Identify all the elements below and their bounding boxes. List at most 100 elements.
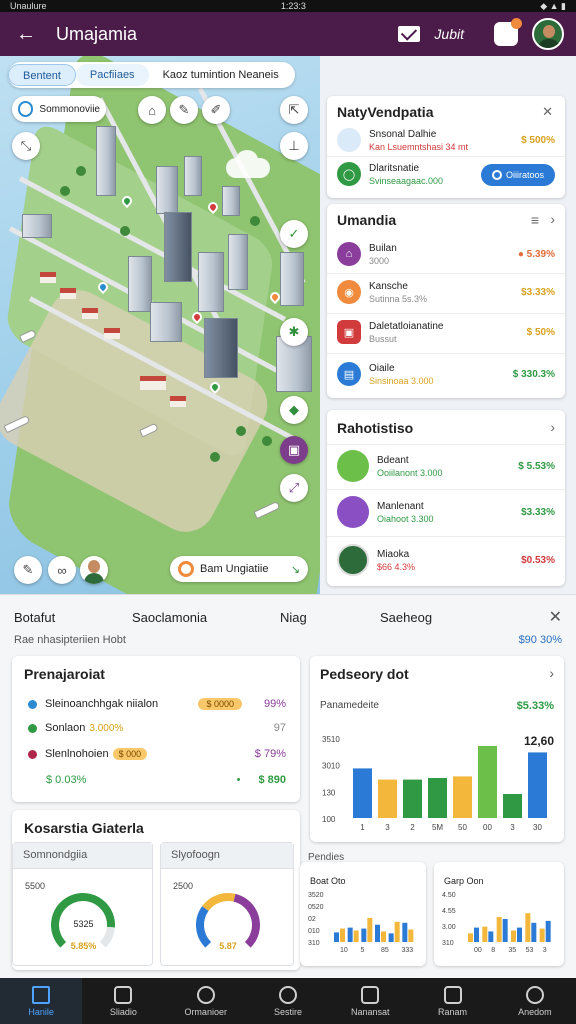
bar bbox=[488, 931, 494, 942]
draw-icon[interactable]: ✎ bbox=[14, 556, 42, 584]
chevron-right-icon[interactable]: › bbox=[550, 419, 555, 435]
map-tab-bentent[interactable]: Bentent bbox=[8, 64, 76, 86]
nav-item-home[interactable]: Hanile bbox=[0, 978, 83, 1024]
donut-card-left[interactable]: Somnondgiia 5500 5325 5.85% bbox=[12, 842, 153, 966]
mail-icon[interactable] bbox=[398, 26, 421, 42]
walk-icon[interactable]: ✱ bbox=[280, 318, 308, 346]
app-bar-action[interactable]: Jubit bbox=[434, 26, 464, 42]
list-item[interactable]: Bdeant Ooiilanont 3.000 $ 5.53% bbox=[337, 450, 555, 482]
app-title: Umajamia bbox=[56, 23, 138, 44]
pen-icon[interactable]: ✎ bbox=[170, 96, 198, 124]
status-time: 1:23:3 bbox=[280, 1, 306, 11]
y-tick-label: 0520 bbox=[308, 904, 324, 911]
item-avatar bbox=[337, 544, 369, 576]
sheet-tab-saeheog[interactable]: Saeheog bbox=[380, 610, 549, 625]
map-user-avatar[interactable] bbox=[80, 556, 108, 584]
nav-item-sliadio[interactable]: Sliadio bbox=[82, 978, 164, 1024]
map-tab-pacfiiaes[interactable]: Pacfiiaes bbox=[75, 64, 149, 86]
bar bbox=[453, 776, 472, 818]
calendar-icon[interactable]: ▣ bbox=[280, 436, 308, 464]
map-status-pill[interactable]: Bam Ungiatiie ↘ bbox=[170, 556, 308, 582]
check-icon[interactable]: ✓ bbox=[280, 220, 308, 248]
item-sub: Bussut bbox=[369, 333, 397, 344]
donut-card-right[interactable]: Slyofoogn 2500 5.87 bbox=[160, 842, 294, 966]
edit-icon[interactable]: ✐ bbox=[202, 96, 230, 124]
nav-item-anedom[interactable]: Anedom bbox=[494, 978, 576, 1024]
list-item[interactable]: ◉ Kansche Sutinna 5s.3% $3.33% bbox=[337, 280, 555, 304]
map-building bbox=[184, 156, 202, 196]
map-building bbox=[96, 126, 116, 196]
close-icon[interactable]: ✕ bbox=[549, 607, 562, 627]
nav-item-ormanioer[interactable]: Ormanioer bbox=[165, 978, 247, 1024]
mini-chart-card-right[interactable]: Garp Oon 4.50 4.55 3.00 310 00 8 35 53 3 bbox=[434, 862, 564, 966]
close-icon[interactable]: ✕ bbox=[542, 104, 553, 120]
item-value: $3.33% bbox=[521, 286, 555, 298]
bullet-dot bbox=[28, 699, 37, 709]
item-value: $ 5.53% bbox=[518, 460, 555, 472]
item-name: Manlenant bbox=[377, 500, 424, 512]
menu-icon[interactable]: ≡ bbox=[531, 212, 539, 228]
card-title: Rahotistiso bbox=[337, 420, 414, 436]
list-item[interactable]: ▣ Daletatloianatine Bussut $ 50% bbox=[337, 320, 555, 344]
card-title: Umandia bbox=[337, 212, 397, 228]
map-search-pill[interactable]: Sommonoviie bbox=[12, 96, 106, 122]
list-item[interactable]: Slenlnohoien $ 000 $ 79% bbox=[28, 748, 286, 760]
list-item[interactable]: Manlenant Oiahoot 3.300 $3.33% bbox=[337, 496, 555, 528]
map-house bbox=[140, 376, 166, 390]
shield-icon[interactable]: ◆ bbox=[280, 396, 308, 424]
item-sub: Kan Lsuemntshasi 34 mt bbox=[369, 141, 469, 152]
list-item[interactable]: Sonlaon 3.000% 97 bbox=[28, 722, 286, 734]
layers-icon[interactable]: ⌂ bbox=[138, 96, 166, 124]
collapse-icon[interactable]: ⤡ bbox=[12, 132, 40, 160]
notification-dot bbox=[511, 18, 522, 29]
item-sub: Ooiilanont 3.000 bbox=[377, 467, 443, 478]
chevron-right-icon[interactable]: › bbox=[550, 211, 555, 227]
measure-icon[interactable]: ⊥ bbox=[280, 132, 308, 160]
list-item[interactable]: Snsonal Dalhie Kan Lsuemntshasi 34 mt $ … bbox=[337, 128, 555, 152]
back-arrow-icon[interactable]: ← bbox=[12, 20, 40, 48]
item-name: Bdeant bbox=[377, 454, 409, 466]
bar bbox=[375, 924, 380, 942]
sheet-tab-niag[interactable]: Niag bbox=[280, 610, 380, 625]
share-icon[interactable]: ⇱ bbox=[280, 96, 308, 124]
map-building bbox=[222, 186, 240, 216]
sheet-subtitle-value: $90 30% bbox=[518, 634, 562, 646]
link-icon[interactable]: ∞ bbox=[48, 556, 76, 584]
map-filter-tabs: Bentent Pacfiiaes Kaoz tumintion Neaneis bbox=[8, 62, 295, 88]
nav-item-nanansat[interactable]: Nanansat bbox=[329, 978, 411, 1024]
sheet-tabs: Botafut Saoclamonia Niag Saeheog ✕ bbox=[14, 608, 562, 626]
x-tick-label: 3 bbox=[510, 823, 515, 832]
status-bar: Unaulure 1:23:3 ◆ ▲ ▮ bbox=[0, 0, 576, 12]
nav-item-sestire[interactable]: Sestire bbox=[247, 978, 329, 1024]
divider bbox=[327, 489, 565, 490]
item-sub: Sinsinoaa 3.000 bbox=[369, 375, 434, 386]
route-icon[interactable]: ⤢ bbox=[280, 474, 308, 502]
card-action-button[interactable]: Oiiiratoos bbox=[481, 164, 555, 186]
sheet-tab-saoclamonia[interactable]: Saoclamonia bbox=[132, 610, 280, 625]
item-sub: Sutinna 5s.3% bbox=[369, 293, 428, 304]
list-item[interactable]: Sleinoanchhgak niialon $ 0000 99% bbox=[28, 698, 286, 710]
clock-icon bbox=[196, 985, 215, 1004]
item-name: Kansche bbox=[369, 280, 408, 292]
list-item[interactable]: ▤ Oiaile Sinsinoaa 3.000 $ 330.3% bbox=[337, 362, 555, 386]
city-map[interactable] bbox=[0, 56, 320, 594]
mini-chart-card-left[interactable]: Boat Oto 3520 0520 02 010 310 10 5 85 333 bbox=[300, 862, 426, 966]
button-label: Oiiiratoos bbox=[505, 170, 544, 180]
user-avatar[interactable] bbox=[532, 18, 564, 50]
list-item[interactable]: Miaoka $66 4.3% $0.53% bbox=[337, 544, 555, 576]
map-house bbox=[40, 272, 56, 283]
item-avatar-icon bbox=[337, 128, 361, 152]
x-tick-label: 10 bbox=[340, 947, 348, 954]
map-tab-kaoz[interactable]: Kaoz tumintion Neaneis bbox=[149, 64, 293, 86]
nav-label: Ranam bbox=[438, 1006, 468, 1017]
divider bbox=[327, 444, 565, 445]
sheet-tab-botafut[interactable]: Botafut bbox=[14, 610, 132, 625]
notification-icon[interactable] bbox=[494, 18, 522, 46]
map-building bbox=[198, 252, 224, 312]
bar bbox=[545, 920, 551, 942]
list-item[interactable]: ⌂ Builan 3000 ● 5.39% bbox=[337, 242, 555, 266]
nav-item-ranam[interactable]: Ranam bbox=[411, 978, 493, 1024]
row-label: Sonlaon bbox=[45, 722, 86, 734]
y-tick-label: 130 bbox=[322, 788, 336, 797]
bar bbox=[334, 932, 339, 942]
